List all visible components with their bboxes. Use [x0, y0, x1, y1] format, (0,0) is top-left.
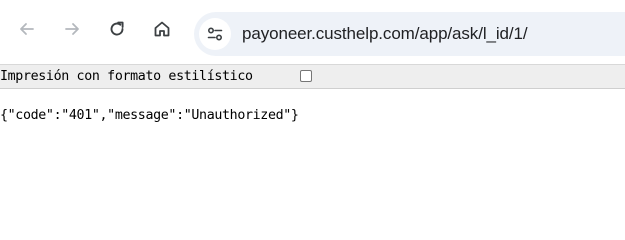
browser-toolbar: payoneer.custhelp.com/app/ask/l_id/1/	[0, 0, 625, 64]
reload-icon	[110, 21, 124, 36]
home-button[interactable]	[148, 15, 176, 43]
arrow-left-icon	[20, 23, 34, 35]
url-text[interactable]: payoneer.custhelp.com/app/ask/l_id/1/	[242, 24, 528, 44]
back-button[interactable]	[13, 15, 41, 43]
arrow-right-icon	[65, 23, 79, 35]
json-content: {"code":"401","message":"Unauthorized"}	[0, 108, 299, 123]
forward-button[interactable]	[58, 15, 86, 43]
reload-button[interactable]	[103, 15, 131, 43]
pretty-print-label: Impresión con formato estilístico	[0, 69, 253, 84]
home-icon	[154, 21, 170, 37]
tune-icon	[207, 27, 223, 41]
pretty-print-checkbox[interactable]	[300, 70, 312, 82]
site-info-button[interactable]	[199, 18, 231, 50]
address-bar[interactable]: payoneer.custhelp.com/app/ask/l_id/1/	[194, 12, 625, 56]
json-viewer-bar: Impresión con formato estilístico	[0, 64, 625, 89]
